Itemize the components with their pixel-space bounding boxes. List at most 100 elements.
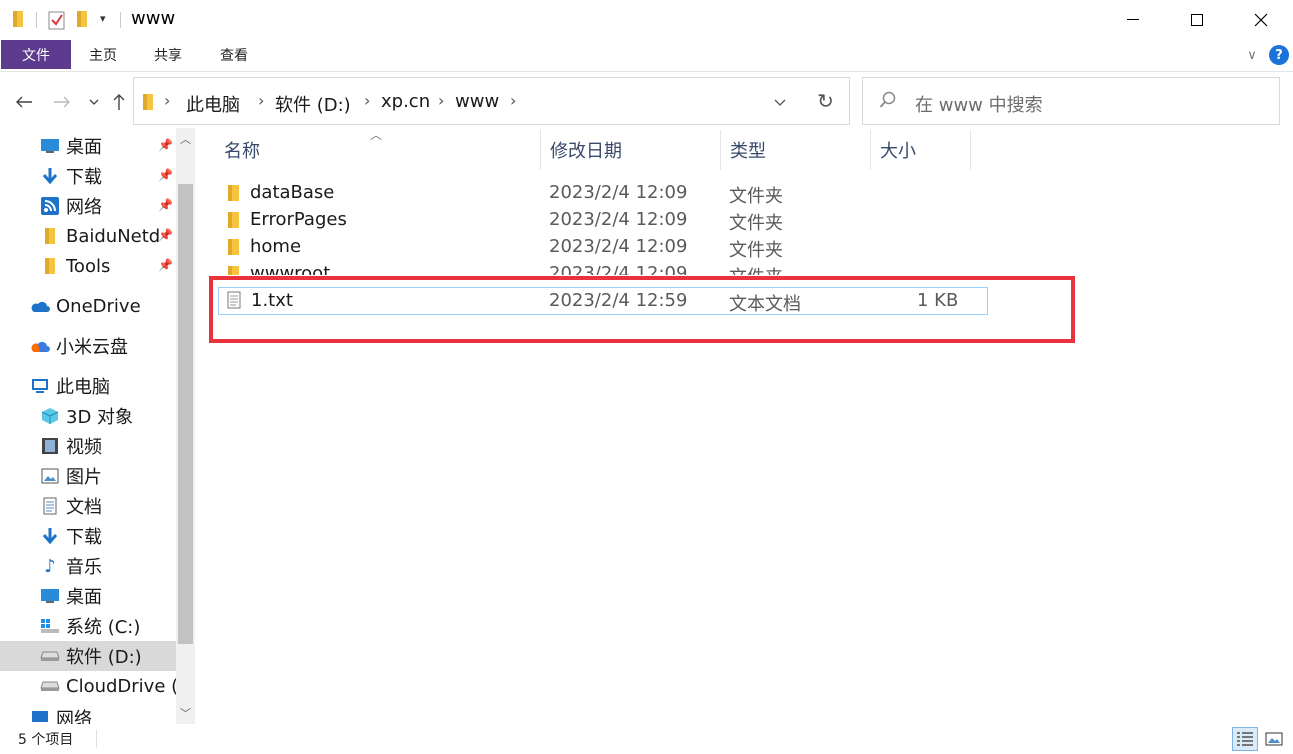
separator [36, 12, 37, 28]
navigation-bar: › 此电脑 › 软件 (D:) › xp.cn › www › ↻ 在 www … [0, 72, 1293, 128]
status-bar: 5 个项目 [0, 724, 1293, 754]
chevron-down-icon [89, 99, 99, 105]
highlight-box [209, 276, 1075, 343]
nav-quick-baidunetdisk[interactable]: BaiduNetd [40, 221, 160, 251]
chevron-right-icon[interactable]: › [164, 91, 170, 110]
search-input[interactable]: 在 www 中搜索 [915, 91, 1043, 117]
nav-this-pc[interactable]: 此电脑 [30, 371, 110, 401]
navigation-pane: 桌面 📌 下载 📌 网络 📌 BaiduNetd 📌 Tools 📌 OneDr… [0, 128, 196, 724]
folder-icon [143, 94, 153, 110]
forward-button[interactable] [50, 90, 74, 114]
network-icon [40, 196, 60, 216]
column-header-type[interactable]: 类型 [720, 128, 870, 172]
expand-ribbon-icon[interactable]: ∨ [1241, 48, 1263, 63]
nav-pictures[interactable]: 图片 [40, 461, 102, 491]
drive-icon [40, 646, 60, 666]
chevron-right-icon[interactable]: › [364, 91, 370, 110]
nav-label: 软件 (D:) [66, 647, 142, 668]
scrollbar-thumb[interactable] [178, 184, 193, 644]
customize-toolbar-icon[interactable]: ▾ [100, 12, 106, 25]
pin-icon[interactable]: 📌 [158, 168, 173, 182]
nav-label: 图片 [66, 467, 102, 488]
cube-icon [40, 406, 60, 426]
separator [96, 730, 97, 748]
nav-downloads[interactable]: 下载 [40, 521, 102, 551]
back-button[interactable] [12, 90, 36, 114]
nav-drive-d[interactable]: 软件 (D:) [0, 641, 176, 671]
nav-onedrive[interactable]: OneDrive [30, 291, 141, 321]
breadcrumb-this-pc[interactable]: 此电脑 [186, 91, 240, 117]
picture-icon [40, 466, 60, 486]
tab-share[interactable]: 共享 [142, 40, 194, 69]
file-row-wwwroot[interactable]: wwwroot 2023/2/4 12:09 文件夹 [218, 261, 988, 275]
help-icon[interactable]: ? [1269, 45, 1289, 65]
arrow-up-icon [113, 94, 125, 110]
minimize-button[interactable] [1101, 0, 1165, 40]
video-icon [40, 436, 60, 456]
title-bar: ▾ www [0, 0, 1293, 40]
nav-desktop[interactable]: 桌面 [40, 581, 102, 611]
pin-icon[interactable]: 📌 [158, 228, 173, 242]
nav-3d-objects[interactable]: 3D 对象 [40, 401, 133, 431]
nav-music[interactable]: ♪ 音乐 [40, 551, 102, 581]
nav-quick-downloads[interactable]: 下载 [40, 161, 102, 191]
breadcrumb-www[interactable]: www [455, 91, 499, 112]
chevron-down-icon[interactable]: ﹀ [176, 704, 195, 722]
desktop-icon [40, 136, 60, 156]
maximize-button[interactable] [1165, 0, 1229, 40]
pin-icon[interactable]: 📌 [158, 258, 173, 272]
music-icon: ♪ [44, 555, 56, 577]
close-button[interactable] [1229, 0, 1293, 40]
nav-label: 音乐 [66, 557, 102, 578]
up-button[interactable] [107, 90, 131, 114]
tab-home[interactable]: 主页 [78, 40, 128, 69]
folder-icon [12, 10, 24, 32]
download-icon [40, 166, 60, 186]
breadcrumb-drive-d[interactable]: 软件 (D:) [275, 91, 351, 117]
nav-label: 桌面 [66, 587, 102, 608]
chevron-right-icon[interactable]: › [438, 91, 444, 110]
pin-icon[interactable]: 📌 [158, 138, 173, 152]
nav-label: 此电脑 [56, 377, 110, 398]
pin-icon[interactable]: 📌 [158, 198, 173, 212]
new-folder-icon[interactable] [76, 10, 88, 32]
recent-locations-button[interactable] [82, 90, 106, 114]
tab-view[interactable]: 查看 [208, 40, 260, 69]
nav-drive-c[interactable]: 系统 (C:) [40, 611, 140, 641]
chevron-right-icon[interactable]: › [510, 91, 516, 110]
search-box[interactable]: 在 www 中搜索 [862, 77, 1280, 125]
cloud-icon [30, 296, 50, 316]
chevron-right-icon[interactable]: › [258, 91, 264, 110]
nav-quick-desktop[interactable]: 桌面 [40, 131, 102, 161]
column-header-name[interactable]: 名称 [214, 128, 540, 172]
file-row-database[interactable]: dataBase 2023/2/4 12:09 文件夹 [218, 180, 988, 207]
address-history-button[interactable] [766, 90, 794, 114]
details-view-icon [1237, 732, 1253, 746]
nav-quick-network[interactable]: 网络 [40, 191, 102, 221]
nav-quick-tools[interactable]: Tools [40, 251, 110, 281]
nav-documents[interactable]: 文档 [40, 491, 102, 521]
computer-icon [30, 376, 50, 396]
properties-icon[interactable] [48, 10, 66, 34]
separator [120, 12, 121, 28]
details-view-button[interactable] [1232, 727, 1258, 751]
nav-pane-scrollbar[interactable]: ︿ ﹀ [176, 128, 195, 724]
breadcrumb-xp-cn[interactable]: xp.cn [381, 91, 430, 112]
file-row-home[interactable]: home 2023/2/4 12:09 文件夹 [218, 234, 988, 261]
chevron-up-icon[interactable]: ︿ [176, 130, 195, 148]
refresh-button[interactable]: ↻ [802, 77, 850, 125]
file-modified: 2023/2/4 12:09 [549, 236, 688, 257]
nav-xiaomi-cloud[interactable]: 小米云盘 [30, 331, 128, 361]
nav-clouddrive[interactable]: CloudDrive ( [40, 671, 178, 701]
file-row-errorpages[interactable]: ErrorPages 2023/2/4 12:09 文件夹 [218, 207, 988, 234]
tab-file[interactable]: 文件 [1, 40, 71, 69]
file-type: 文件夹 [729, 186, 783, 207]
large-icons-view-button[interactable] [1261, 727, 1287, 751]
column-header-size[interactable]: 大小 [870, 128, 970, 172]
nav-videos[interactable]: 视频 [40, 431, 102, 461]
address-bar[interactable]: › 此电脑 › 软件 (D:) › xp.cn › www › [133, 77, 850, 125]
column-header-modified[interactable]: 修改日期 [540, 128, 720, 172]
network-icon [30, 708, 50, 724]
nav-network[interactable]: 网络 [30, 703, 92, 724]
column-separator[interactable] [970, 130, 971, 170]
